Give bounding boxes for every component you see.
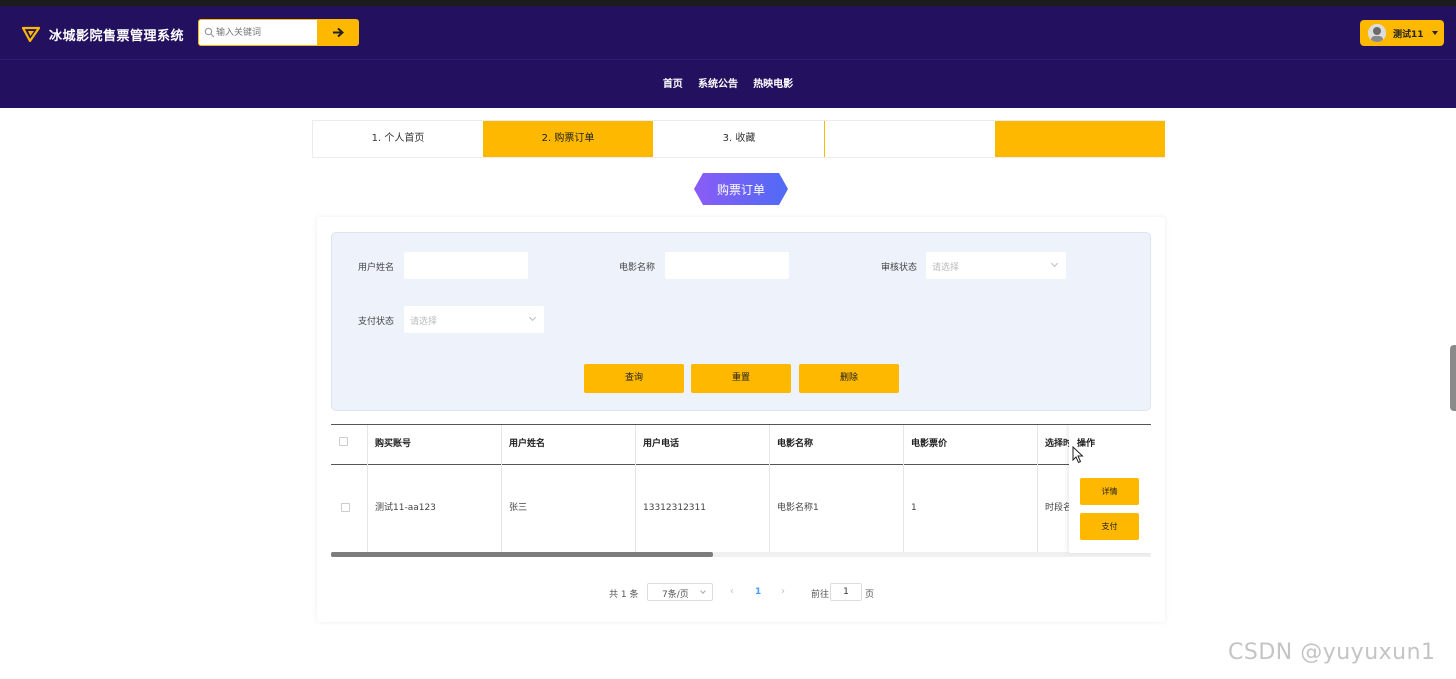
cell-price: 1: [904, 465, 1038, 553]
goto-page-input[interactable]: 1: [830, 583, 862, 601]
app-title[interactable]: 冰城影院售票管理系统: [49, 25, 184, 44]
search-icon: [204, 27, 215, 38]
delete-button[interactable]: 删除: [799, 364, 899, 393]
caret-down-icon: [1432, 31, 1438, 35]
watermark: CSDN @yuyuxun1: [1228, 640, 1436, 665]
tab-profile-home[interactable]: 1. 个人首页: [313, 121, 483, 157]
actions-column: 操作 详情 支付: [1069, 425, 1151, 553]
filter-panel: 用户姓名 电影名称 审核状态 请选择 支付状态 请选择 查询 重置 删除: [331, 232, 1151, 411]
select-all-checkbox[interactable]: [339, 437, 348, 446]
side-drawer-handle[interactable]: [1450, 345, 1456, 411]
pay-button[interactable]: 支付: [1080, 513, 1139, 540]
column-header[interactable]: 用户电话: [636, 425, 770, 465]
pagination: 共 1 条 7条/页 ‹ 1 › 前往 1 页: [317, 583, 1165, 603]
search-box[interactable]: [198, 19, 318, 46]
nav-item-announcements[interactable]: 系统公告: [698, 75, 738, 90]
tab-favorites[interactable]: 3. 收藏: [654, 121, 824, 157]
cell-user-name: 张三: [502, 465, 636, 553]
current-page[interactable]: 1: [755, 587, 761, 597]
user-name-input[interactable]: [404, 252, 528, 279]
total-count: 共 1 条: [609, 590, 639, 600]
header: 冰城影院售票管理系统 测试11: [0, 6, 1456, 108]
movie-name-label: 电影名称: [619, 263, 656, 273]
table-body: 测试11-aa123 张三 13312312311 电影名称1 1 时段名: [331, 465, 1151, 553]
nav-item-home[interactable]: 首页: [663, 75, 683, 90]
page-size-select[interactable]: 7条/页: [647, 583, 713, 601]
arrow-right-icon: [333, 27, 344, 38]
row-checkbox[interactable]: [341, 503, 350, 512]
cell-phone: 13312312311: [636, 465, 770, 553]
page-title-badge: 购票订单: [694, 173, 788, 205]
chevron-down-icon: [700, 588, 706, 594]
cell-account: 测试11-aa123: [368, 465, 502, 553]
mouse-cursor-icon: [1072, 446, 1084, 464]
goto-label: 前往: [811, 590, 830, 600]
user-name: 测试11: [1393, 30, 1424, 40]
chevron-down-icon: [528, 313, 537, 322]
movie-name-input[interactable]: [665, 252, 789, 279]
column-header[interactable]: 电影名称: [770, 425, 904, 465]
main-nav: 首页 系统公告 热映电影: [0, 75, 1456, 90]
next-page-icon[interactable]: ›: [781, 586, 785, 597]
cell-movie: 电影名称1: [770, 465, 904, 553]
page-size-value: 7条/页: [662, 590, 689, 600]
search-input[interactable]: [216, 24, 314, 42]
reset-button[interactable]: 重置: [691, 364, 791, 393]
search-button[interactable]: [318, 19, 359, 46]
orders-card: 用户姓名 电影名称 审核状态 请选择 支付状态 请选择 查询 重置 删除 购买账…: [317, 217, 1165, 622]
query-button[interactable]: 查询: [584, 364, 684, 393]
review-status-select[interactable]: 请选择: [926, 252, 1066, 279]
select-all-cell: [331, 425, 368, 465]
row-select-cell: [331, 465, 368, 553]
user-menu-button[interactable]: 测试11: [1360, 20, 1444, 46]
table-horizontal-scrollbar[interactable]: [331, 552, 1151, 557]
user-name-label: 用户姓名: [358, 263, 395, 273]
pay-status-select[interactable]: 请选择: [404, 306, 544, 333]
page-title: 购票订单: [716, 183, 765, 197]
logo-icon: [22, 26, 40, 42]
tab-ticket-orders[interactable]: 2. 购票订单: [483, 121, 653, 157]
header-top-row: 冰城影院售票管理系统 测试11: [0, 6, 1456, 60]
page-suffix: 页: [865, 590, 875, 600]
column-header[interactable]: 购买账号: [368, 425, 502, 465]
column-header[interactable]: 电影票价: [904, 425, 1038, 465]
scrollbar-thumb[interactable]: [331, 552, 713, 557]
pay-status-placeholder: 请选择: [410, 317, 438, 327]
review-status-label: 审核状态: [881, 263, 918, 273]
table-header: 购买账号 用户姓名 用户电话 电影名称 电影票价 选择时: [331, 425, 1151, 465]
orders-table: 购买账号 用户姓名 用户电话 电影名称 电影票价 选择时 测试11-aa123 …: [331, 424, 1151, 558]
detail-button[interactable]: 详情: [1080, 478, 1139, 505]
review-status-placeholder: 请选择: [932, 263, 960, 273]
tab-empty-1[interactable]: [824, 121, 994, 157]
pay-status-label: 支付状态: [358, 317, 395, 327]
nav-item-movies[interactable]: 热映电影: [753, 75, 793, 90]
prev-page-icon[interactable]: ‹: [730, 586, 734, 597]
tab-empty-2[interactable]: [995, 121, 1165, 157]
chevron-down-icon: [1050, 259, 1059, 268]
avatar-image: [1368, 24, 1386, 42]
avatar: [1368, 24, 1386, 42]
profile-tabs: 1. 个人首页 2. 购票订单 3. 收藏: [312, 120, 1165, 158]
column-header[interactable]: 用户姓名: [502, 425, 636, 465]
